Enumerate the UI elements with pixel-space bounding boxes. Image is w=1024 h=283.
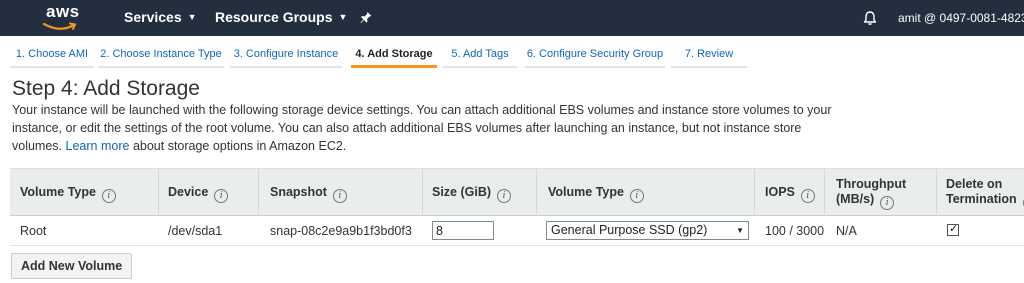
chevron-down-icon: ▼ xyxy=(187,12,197,22)
column-divider xyxy=(824,169,825,217)
info-icon[interactable]: i xyxy=(214,189,229,203)
delete-on-termination-checkbox[interactable]: ✓ xyxy=(947,223,959,236)
description-text-end: about storage options in Amazon EC2. xyxy=(132,139,347,153)
column-header-delete-on-termination: Delete on Terminationi xyxy=(946,177,1024,211)
column-label-line2: Termination xyxy=(946,192,1017,206)
wizard-step-add-storage[interactable]: 4. Add Storage xyxy=(351,44,437,68)
page-description: Your instance will be launched with the … xyxy=(12,101,832,155)
size-input[interactable] xyxy=(432,221,494,240)
wizard-step-configure-security-group[interactable]: 6. Configure Security Group xyxy=(525,44,665,68)
bell-icon[interactable] xyxy=(862,10,878,26)
wizard-step-add-tags[interactable]: 5. Add Tags xyxy=(443,44,517,68)
services-menu[interactable]: Services ▼ xyxy=(124,9,197,25)
column-label: Size (GiB) xyxy=(432,185,492,199)
add-new-volume-button[interactable]: Add New Volume xyxy=(11,253,133,279)
column-header-snapshot: Snapshot i xyxy=(270,169,347,217)
chevron-down-icon: ▼ xyxy=(736,226,744,235)
column-header-volume-type: Volume Type i xyxy=(20,169,116,217)
cell-device: /dev/sda1 xyxy=(168,224,223,238)
cell-volume-type: Root xyxy=(20,224,47,238)
volume-type-selected-value: General Purpose SSD (gp2) xyxy=(551,223,708,237)
info-icon[interactable]: i xyxy=(332,189,347,203)
column-label: Throughput xyxy=(836,177,907,191)
learn-more-link[interactable]: Learn more xyxy=(66,139,130,153)
account-menu[interactable]: amit @ 0497-0081-4823 xyxy=(898,11,1024,25)
cell-snapshot: snap-08c2e9a9b1f3bd0f3 xyxy=(270,224,412,238)
info-icon[interactable]: i xyxy=(497,189,512,203)
chevron-down-icon: ▼ xyxy=(338,12,348,22)
page-title: Step 4: Add Storage xyxy=(12,77,200,100)
resource-groups-menu[interactable]: Resource Groups ▼ xyxy=(215,9,347,25)
column-divider xyxy=(754,169,755,217)
column-header-throughput: Throughput (MB/s) i xyxy=(836,177,906,211)
aws-smile-icon xyxy=(42,22,77,30)
aws-logo[interactable]: aws xyxy=(40,2,82,33)
column-label-line2: (MB/s) xyxy=(836,192,875,206)
wizard-step-configure-instance[interactable]: 3. Configure Instance xyxy=(230,44,342,68)
column-header-device: Device i xyxy=(168,169,229,217)
checkmark-icon: ✓ xyxy=(949,223,959,235)
column-header-ebs-volume-type: Volume Type i xyxy=(548,169,644,217)
storage-table-header: Volume Type i Device i Snapshot i Size (GiB… xyxy=(10,168,1024,217)
column-divider xyxy=(158,169,159,217)
cell-throughput: N/A xyxy=(836,224,857,238)
volume-type-select[interactable]: General Purpose SSD (gp2) ▼ xyxy=(546,221,749,240)
services-menu-label: Services xyxy=(124,9,182,25)
column-divider xyxy=(422,169,423,217)
column-label: Volume Type xyxy=(20,185,96,199)
info-icon[interactable]: i xyxy=(800,189,815,203)
column-divider xyxy=(936,169,937,217)
top-navigation-bar: aws Services ▼ Resource Groups ▼ amit @ 04… xyxy=(0,0,1024,36)
aws-logo-text: aws xyxy=(46,2,80,21)
column-divider xyxy=(258,169,259,217)
column-header-iops: IOPS i xyxy=(765,169,815,217)
column-label: IOPS xyxy=(765,185,795,199)
info-icon[interactable]: i xyxy=(101,189,116,203)
resource-groups-menu-label: Resource Groups xyxy=(215,9,333,25)
column-label: Volume Type xyxy=(548,185,624,199)
wizard-step-review[interactable]: 7. Review xyxy=(671,44,747,68)
wizard-step-choose-ami[interactable]: 1. Choose AMI xyxy=(10,44,94,68)
column-label: Snapshot xyxy=(270,185,327,199)
table-row: Root /dev/sda1 snap-08c2e9a9b1f3bd0f3 Ge… xyxy=(10,216,1024,246)
pin-icon[interactable] xyxy=(359,10,373,24)
cell-iops: 100 / 3000 xyxy=(765,224,825,238)
column-header-size: Size (GiB) i xyxy=(432,169,512,217)
column-label: Delete on xyxy=(946,177,1003,191)
info-icon[interactable]: i xyxy=(880,196,895,210)
wizard-step-choose-instance-type[interactable]: 2. Choose Instance Type xyxy=(98,44,224,68)
column-divider xyxy=(536,169,537,217)
column-label: Device xyxy=(168,185,209,199)
info-icon[interactable]: i xyxy=(629,189,644,203)
